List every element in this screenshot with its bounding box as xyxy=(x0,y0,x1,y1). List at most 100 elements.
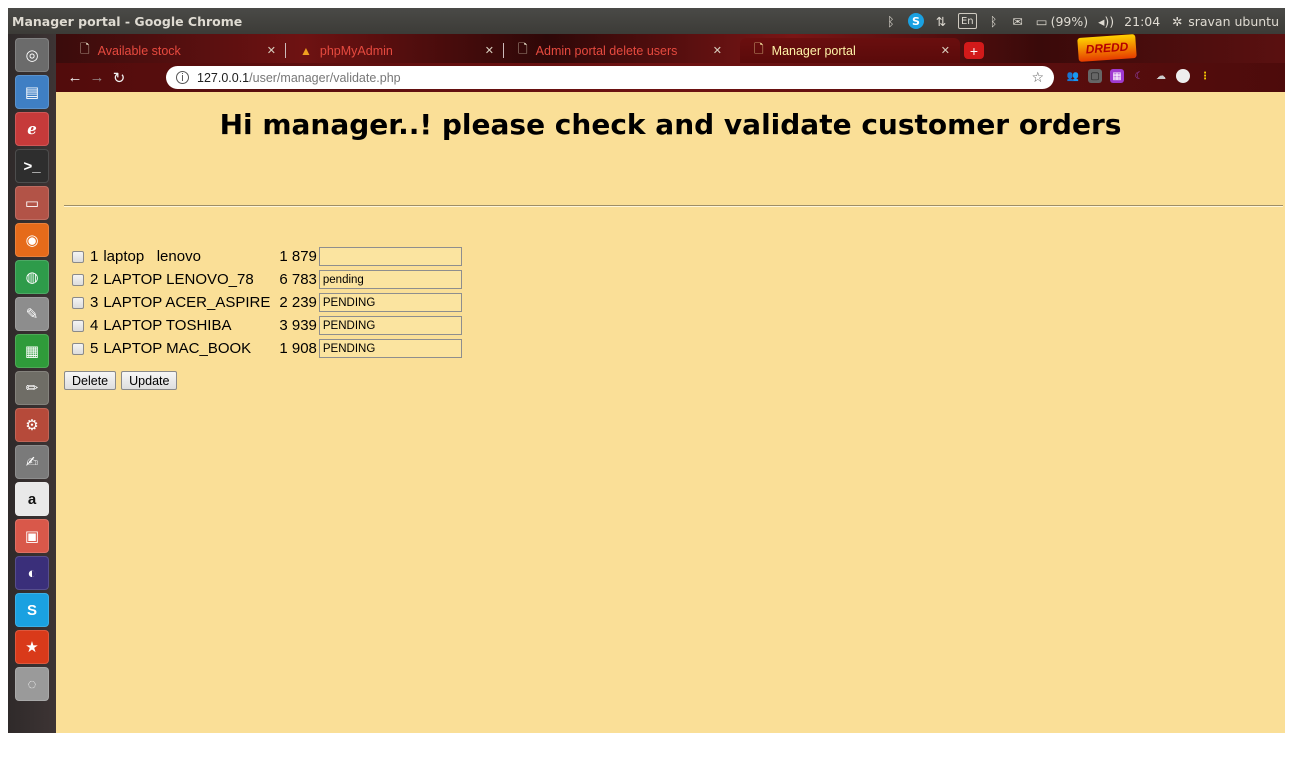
tab-title: Manager portal xyxy=(771,43,856,58)
text-editor-icon[interactable]: ✎ xyxy=(15,297,49,331)
menu-kebab-icon[interactable]: ⋮ xyxy=(1198,69,1212,83)
new-tab-button[interactable]: + xyxy=(964,42,984,59)
order-status-input[interactable]: PENDING xyxy=(318,339,462,358)
notes-icon[interactable]: ✍ xyxy=(15,445,49,479)
launcher: ◎ ▤ ℯ >_ ▭ ◉ ◍ ✎ ▦ ✏ ⚙ ✍ a ▣ ◐ S ★ ◌ xyxy=(8,34,56,733)
order-qty: 3 939 xyxy=(279,317,317,334)
archive-icon[interactable]: ▭ xyxy=(15,186,49,220)
tab-title: Available stock xyxy=(97,43,181,58)
close-icon[interactable]: ✕ xyxy=(267,44,276,57)
pencil-icon[interactable]: ✏ xyxy=(15,371,49,405)
tab-phpmyadmin[interactable]: ▲ phpMyAdmin ✕ xyxy=(286,38,504,63)
clock[interactable]: 21:04 xyxy=(1124,14,1160,29)
bluetooth-icon[interactable]: ᛒ xyxy=(884,13,898,29)
order-row: 2 LAPTOP LENOVO_78 6 783 pending xyxy=(72,268,462,291)
disc-icon[interactable]: ◌ xyxy=(15,667,49,701)
phpmyadmin-icon: ▲ xyxy=(300,43,312,58)
order-checkbox[interactable] xyxy=(72,319,84,332)
order-checkbox[interactable] xyxy=(72,296,84,309)
order-status-input[interactable]: PENDING xyxy=(318,293,462,312)
order-qty: 1 908 xyxy=(279,340,317,357)
keyboard-layout[interactable]: En xyxy=(957,13,977,29)
order-qty: 6 783 xyxy=(279,271,317,288)
forward-arrow-icon[interactable]: → xyxy=(86,69,108,86)
order-status-input[interactable]: PENDING xyxy=(318,316,462,335)
star-app-icon[interactable]: ★ xyxy=(15,630,49,664)
order-qty: 1 879 xyxy=(279,248,317,265)
order-status-input[interactable] xyxy=(318,247,462,266)
skype-icon[interactable]: S xyxy=(15,593,49,627)
battery-percent: (99%) xyxy=(1050,13,1089,29)
document-icon: 🗋 xyxy=(518,42,528,56)
network-icon[interactable]: ⇅ xyxy=(934,13,948,29)
order-checkbox[interactable] xyxy=(72,273,84,286)
order-checkbox[interactable] xyxy=(72,342,84,355)
cast-extension-icon[interactable]: ▢ xyxy=(1088,69,1102,83)
order-id: 5 xyxy=(90,340,99,357)
divider xyxy=(64,205,1283,207)
order-product: LAPTOP TOSHIBA xyxy=(103,317,232,334)
user-name[interactable]: sravan ubuntu xyxy=(1188,14,1279,29)
firefox-icon[interactable]: ◉ xyxy=(15,223,49,257)
browser-toolbar: ← → ↻ i 127.0.0.1/user/manager/validate.… xyxy=(56,63,1285,92)
delete-button[interactable]: Delete xyxy=(64,371,117,390)
order-id: 3 xyxy=(90,294,99,311)
top-panel: Manager portal - Google Chrome ᛒ S ⇅ En … xyxy=(8,8,1285,34)
order-checkbox[interactable] xyxy=(72,250,84,263)
orders-list: 1 laptop lenovo 1 879 2 LAPTOP LENOVO_78 6 78… xyxy=(72,245,462,360)
document-icon: 🗋 xyxy=(754,42,764,56)
cloud-extension-icon[interactable]: ☁ xyxy=(1154,69,1168,83)
eclipse-icon[interactable]: ◐ xyxy=(15,556,49,590)
terminal-icon[interactable]: >_ xyxy=(15,149,49,183)
tab-title: phpMyAdmin xyxy=(319,43,393,58)
amazon-icon[interactable]: a xyxy=(15,482,49,516)
skype-tray-icon[interactable]: S xyxy=(907,13,924,29)
url-host: 127.0.0.1 xyxy=(197,70,250,85)
order-product: laptop lenovo xyxy=(103,248,201,265)
volume-icon[interactable]: ◂)) xyxy=(1098,13,1114,29)
theme-logo-icon: DREDD xyxy=(1077,34,1137,62)
chrome-icon[interactable]: ◍ xyxy=(15,260,49,294)
bluetooth-icon-2[interactable]: ᛒ xyxy=(987,13,1001,29)
order-product: LAPTOP MAC_BOOK xyxy=(103,340,252,357)
order-qty: 2 239 xyxy=(279,294,317,311)
action-buttons: Delete Update xyxy=(64,371,178,390)
settings-icon[interactable]: ⚙ xyxy=(15,408,49,442)
update-button[interactable]: Update xyxy=(121,371,178,390)
order-id: 2 xyxy=(90,271,99,288)
battery-icon[interactable]: ▭ xyxy=(1035,13,1049,29)
mail-icon[interactable]: ✉ xyxy=(1011,13,1025,29)
calendar-extension-icon[interactable]: ▦ xyxy=(1110,69,1124,83)
reload-icon[interactable]: ↻ xyxy=(108,69,130,87)
spreadsheet-icon[interactable]: ▦ xyxy=(15,334,49,368)
page-heading: Hi manager..! please check and validate … xyxy=(219,108,1122,141)
bookmark-star-icon[interactable]: ☆ xyxy=(1031,69,1044,86)
chrome-window: 🗋 Available stock ✕ ▲ phpMyAdmin ✕ 🗋 Adm… xyxy=(56,34,1285,733)
address-bar[interactable]: i 127.0.0.1/user/manager/validate.php ☆ xyxy=(166,66,1054,89)
close-icon[interactable]: ✕ xyxy=(941,44,950,57)
order-status-input[interactable]: pending xyxy=(318,270,462,289)
document-icon: 🗋 xyxy=(80,42,90,56)
tab-admin-portal[interactable]: 🗋 Admin portal delete users ✕ xyxy=(504,38,732,63)
profile-avatar[interactable] xyxy=(1176,69,1190,83)
tab-available-stock[interactable]: 🗋 Available stock ✕ xyxy=(66,38,286,63)
url-path: /user/manager/validate.php xyxy=(249,70,401,85)
order-product: LAPTOP LENOVO_78 xyxy=(103,271,254,288)
desktop: Manager portal - Google Chrome ᛒ S ⇅ En … xyxy=(8,8,1285,733)
close-icon[interactable]: ✕ xyxy=(485,44,494,57)
back-arrow-icon[interactable]: ← xyxy=(64,69,86,86)
system-tray: ᛒ S ⇅ En ᛒ ✉ ▭ (99%) ◂)) 21:04 ✲ sravan … xyxy=(884,13,1285,29)
calendar-icon[interactable]: ▣ xyxy=(15,519,49,553)
tab-manager-portal[interactable]: 🗋 Manager portal ✕ xyxy=(740,38,960,63)
dash-icon[interactable]: ◎ xyxy=(15,38,49,72)
site-info-icon[interactable]: i xyxy=(176,71,189,84)
files-icon[interactable]: ▤ xyxy=(15,75,49,109)
order-id: 4 xyxy=(90,317,99,334)
power-settings-icon[interactable]: ✲ xyxy=(1170,13,1184,29)
people-extension-icon[interactable]: 👥 xyxy=(1066,69,1080,83)
order-row: 4 LAPTOP TOSHIBA 3 939 PENDING xyxy=(72,314,462,337)
moon-extension-icon[interactable]: ☾ xyxy=(1132,69,1146,83)
close-icon[interactable]: ✕ xyxy=(713,44,722,57)
order-id: 1 xyxy=(90,248,99,265)
flow-app-icon[interactable]: ℯ xyxy=(15,112,49,146)
